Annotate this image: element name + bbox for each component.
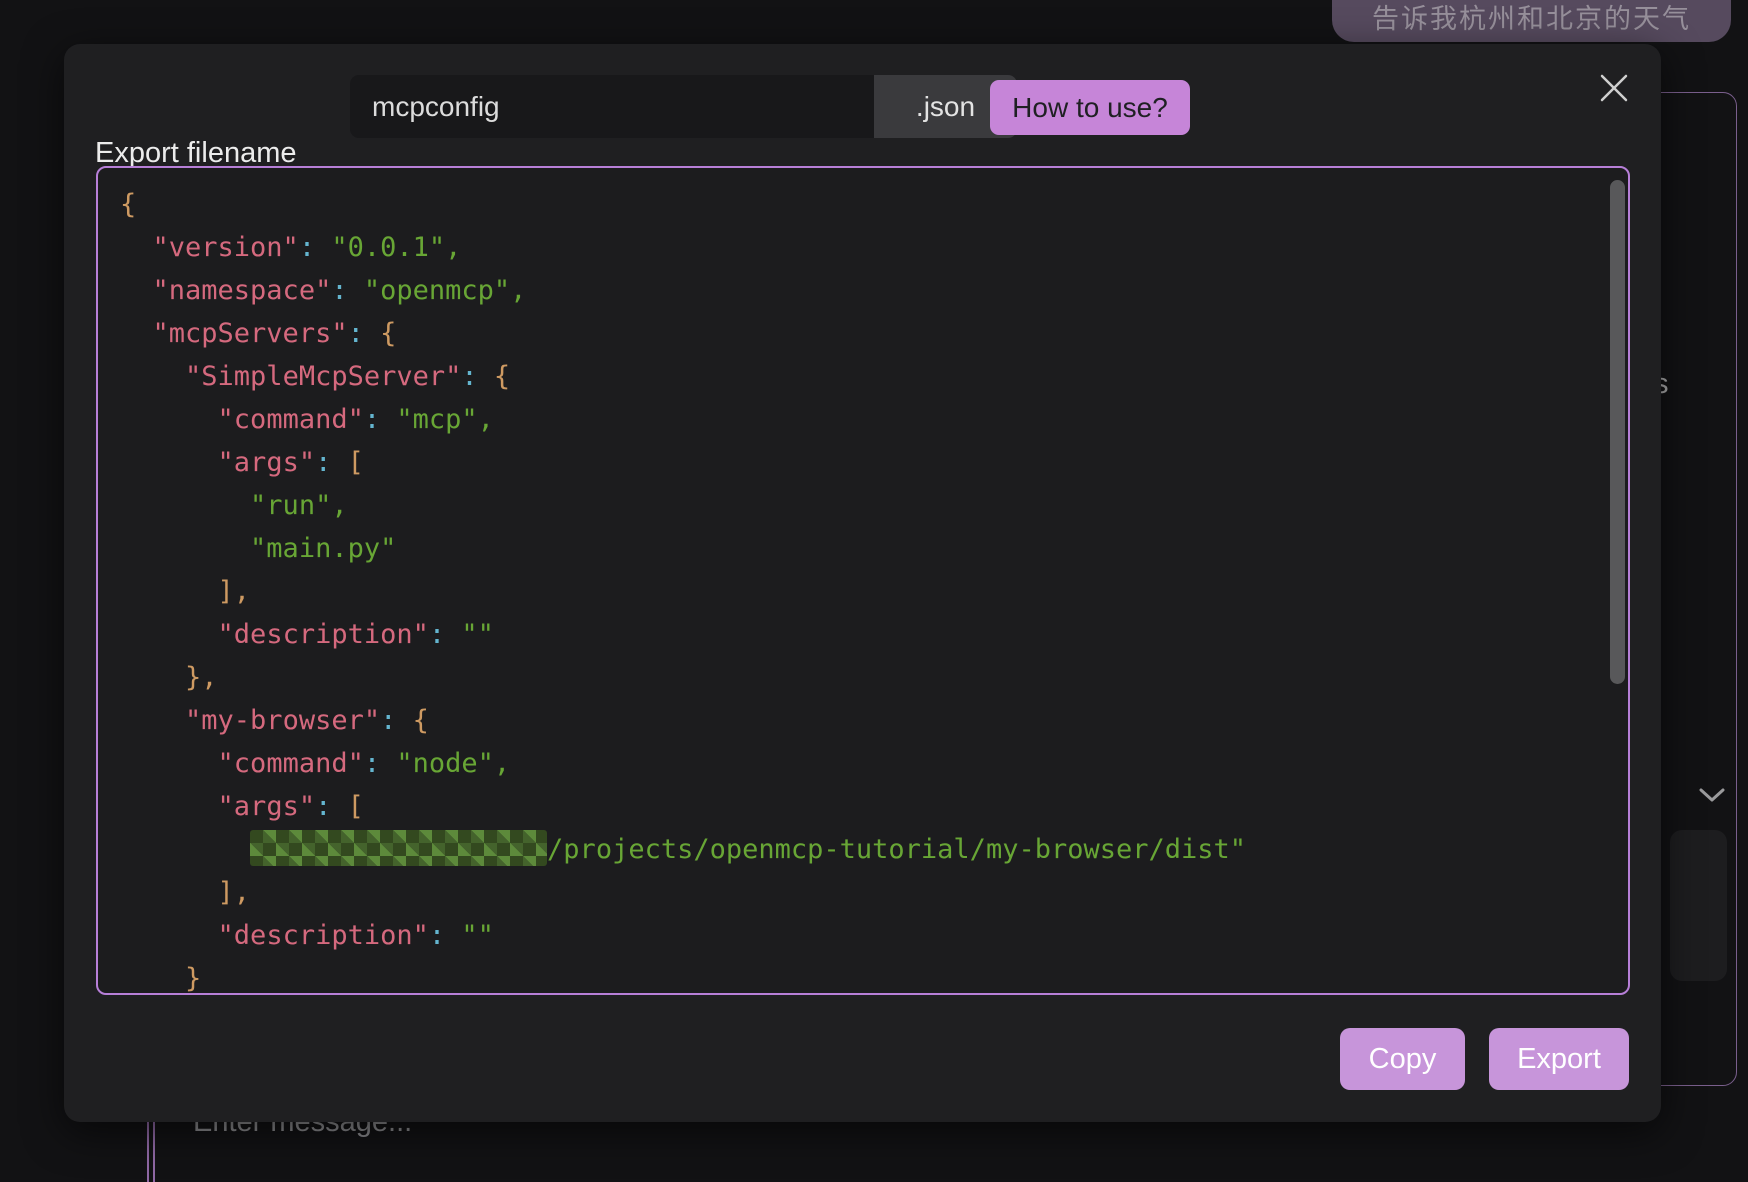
code-line: "args": [ (120, 785, 1588, 828)
code-line: ], (120, 570, 1588, 613)
code-line: ], (120, 871, 1588, 914)
background-side-panel (1670, 830, 1727, 981)
code-line: "namespace": "openmcp", (120, 269, 1588, 312)
code-line: "description": "" (120, 914, 1588, 957)
code-line: "command": "node", (120, 742, 1588, 785)
export-dialog: Export filename .json How to use? { "ver… (64, 44, 1661, 1122)
code-line: "args": [ (120, 441, 1588, 484)
close-button[interactable] (1596, 70, 1632, 106)
redacted-path-segment (250, 830, 547, 866)
code-line: "description": "" (120, 613, 1588, 656)
code-line: }, (120, 656, 1588, 699)
copy-button[interactable]: Copy (1340, 1028, 1465, 1090)
code-line: "my-browser": { (120, 699, 1588, 742)
export-button[interactable]: Export (1489, 1028, 1629, 1090)
code-line: /projects/openmcp-tutorial/my-browser/di… (120, 828, 1588, 871)
code-line: "command": "mcp", (120, 398, 1588, 441)
code-line: { (120, 183, 1588, 226)
code-line: "mcpServers": { (120, 312, 1588, 355)
suggestion-chip[interactable]: 告诉我杭州和北京的天气 (1332, 0, 1731, 42)
code-line: } (120, 957, 1588, 995)
code-content: { "version": "0.0.1", "namespace": "open… (98, 168, 1628, 995)
code-line: "main.py" (120, 527, 1588, 570)
how-to-use-button[interactable]: How to use? (990, 80, 1190, 135)
scrollbar-thumb[interactable] (1610, 180, 1625, 684)
filename-input[interactable] (350, 75, 874, 138)
code-line: "version": "0.0.1", (120, 226, 1588, 269)
json-preview-box[interactable]: { "version": "0.0.1", "namespace": "open… (96, 166, 1630, 995)
code-line: "SimpleMcpServer": { (120, 355, 1588, 398)
code-line: "run", (120, 484, 1588, 527)
filename-input-group: .json (350, 75, 1017, 138)
suggestion-chip-label: 告诉我杭州和北京的天气 (1372, 0, 1691, 36)
close-icon (1596, 70, 1632, 106)
chevron-down-icon[interactable] (1699, 787, 1725, 803)
export-dialog-header: Export filename .json How to use? (64, 44, 1661, 184)
